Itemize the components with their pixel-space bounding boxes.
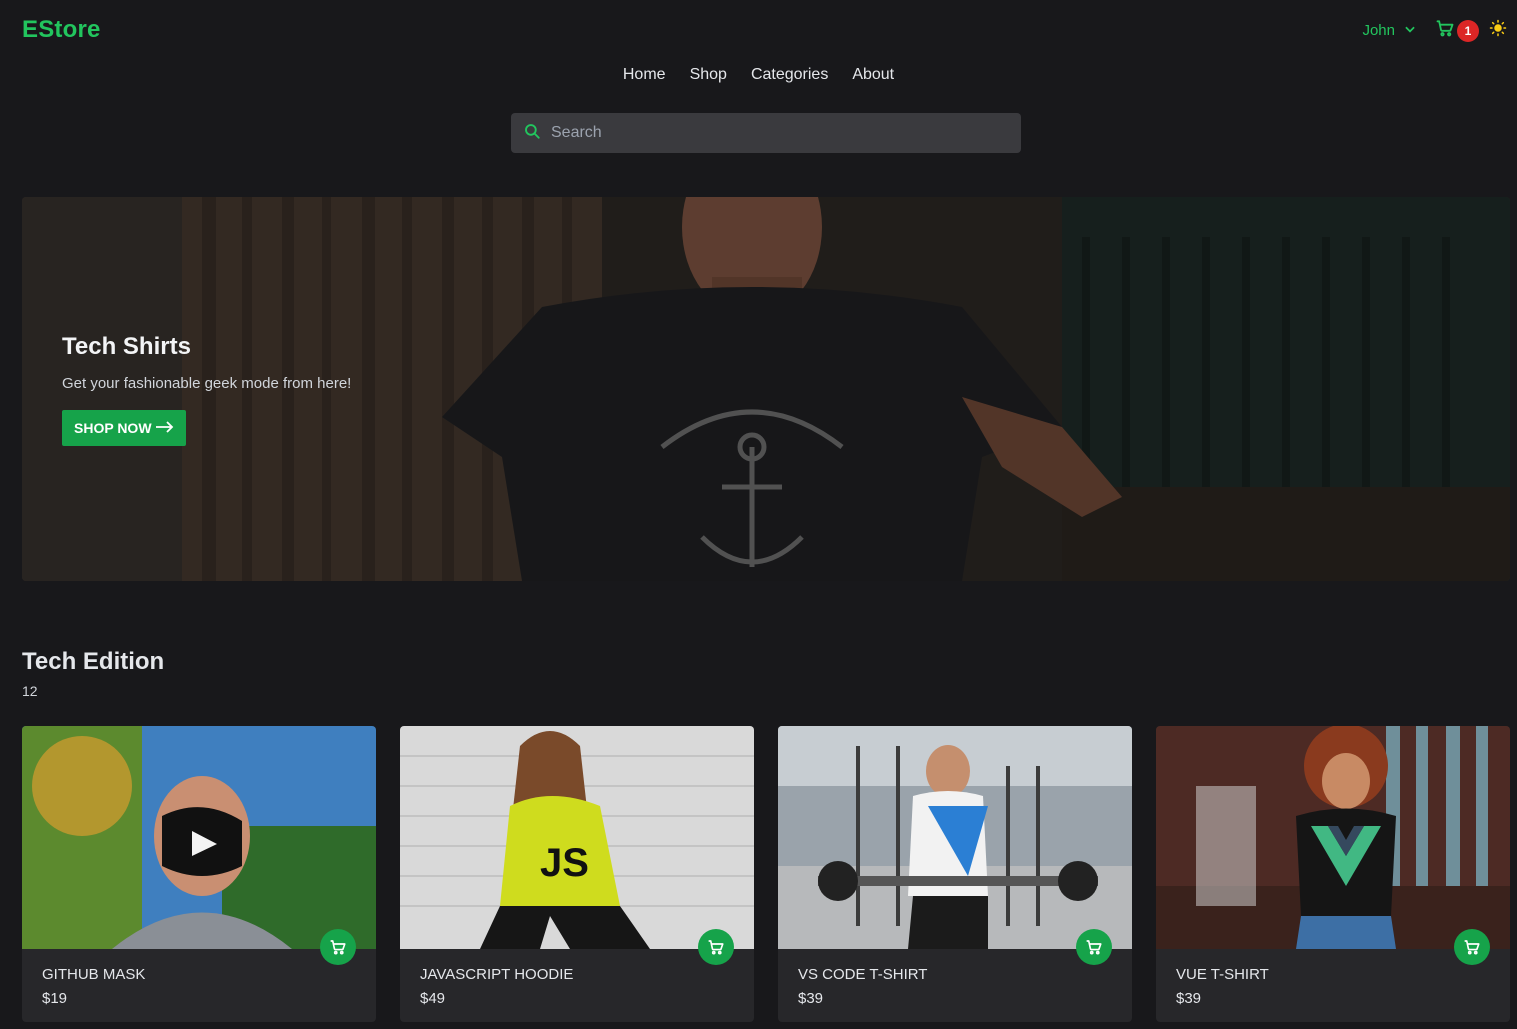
header-actions: John 1 (1362, 18, 1507, 43)
search-icon (523, 122, 541, 145)
nav-categories[interactable]: Categories (751, 66, 828, 84)
add-to-cart-button[interactable] (698, 929, 734, 965)
nav-shop[interactable]: Shop (690, 66, 727, 84)
product-price: $39 (798, 990, 824, 1007)
hero-subtitle: Get your fashionable geek mode from here… (62, 375, 352, 392)
hero-text: Tech Shirts Get your fashionable geek mo… (62, 333, 351, 446)
product-image[interactable] (778, 726, 1132, 949)
user-name: John (1362, 22, 1395, 39)
product-name[interactable]: JAVASCRIPT HOODIE (420, 966, 573, 983)
shop-now-label: SHOP NOW (74, 420, 152, 436)
section-title: Tech Edition (22, 648, 165, 675)
search-input[interactable] (551, 113, 1021, 153)
arrow-right-icon (155, 420, 174, 436)
product-price: $19 (42, 990, 68, 1007)
product-price: $39 (1176, 990, 1202, 1007)
product-name[interactable]: GITHUB MASK (42, 966, 145, 983)
hero-title: Tech Shirts (62, 333, 191, 360)
product-image[interactable] (22, 726, 376, 949)
add-to-cart-button[interactable] (320, 929, 356, 965)
product-image[interactable]: JS (400, 726, 754, 949)
product-name[interactable]: VUE T-SHIRT (1176, 966, 1269, 983)
cart-button[interactable]: 1 (1435, 18, 1479, 43)
sun-icon[interactable] (1489, 19, 1507, 42)
add-to-cart-button[interactable] (1076, 929, 1112, 965)
main-nav: Home Shop Categories About (0, 66, 1517, 84)
search-bar (511, 113, 1021, 153)
nav-about[interactable]: About (852, 66, 894, 84)
shop-now-button[interactable]: SHOP NOW (62, 410, 186, 446)
user-menu[interactable]: John (1362, 22, 1417, 40)
product-card[interactable]: JS JAVASCRIPT HOODIE $49 (400, 726, 754, 1022)
hero-banner: Tech Shirts Get your fashionable geek mo… (22, 197, 1510, 581)
product-card[interactable]: VUE T-SHIRT $39 (1156, 726, 1510, 1022)
product-name[interactable]: VS CODE T-SHIRT (798, 966, 927, 983)
product-price: $49 (420, 990, 446, 1007)
logo[interactable]: EStore (22, 16, 101, 44)
svg-text:JS: JS (540, 841, 589, 885)
product-image[interactable] (1156, 726, 1510, 949)
add-to-cart-button[interactable] (1454, 929, 1490, 965)
product-grid: GITHUB MASK $19 JS JAVASCRIPT HOODIE $49… (22, 726, 1510, 1022)
product-card[interactable]: GITHUB MASK $19 (22, 726, 376, 1022)
page: EStore John 1 Home Shop Categories About… (0, 0, 1517, 1029)
nav-home[interactable]: Home (623, 66, 666, 84)
cart-count-badge: 1 (1457, 19, 1479, 42)
cart-icon (1435, 18, 1455, 43)
chevron-down-icon (1403, 22, 1417, 40)
product-count: 12 (22, 683, 38, 699)
product-card[interactable]: VS CODE T-SHIRT $39 (778, 726, 1132, 1022)
